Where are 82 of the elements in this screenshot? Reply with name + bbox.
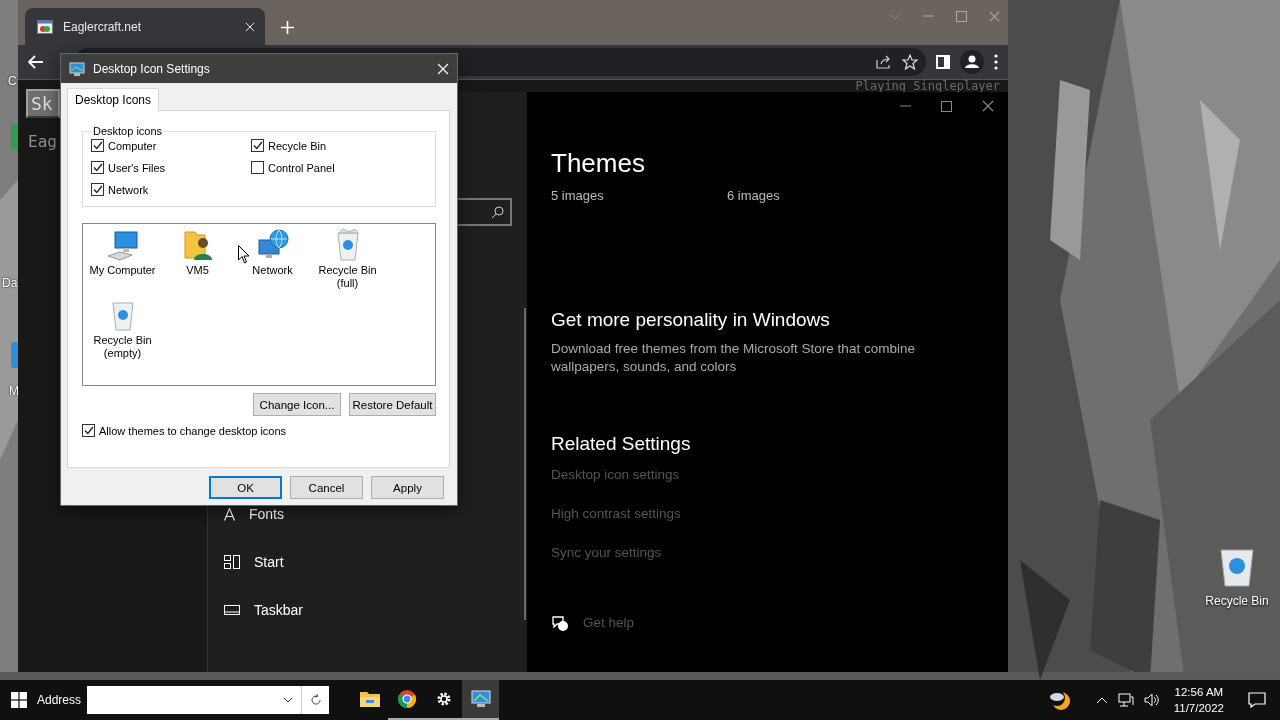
- volume-icon[interactable]: [1143, 693, 1160, 707]
- icon-label[interactable]: Recycle Bin (full): [311, 264, 384, 290]
- computer-icon: [105, 228, 140, 262]
- theme-image-count: 6 images: [727, 188, 781, 203]
- browser-tab[interactable]: Eaglercraft.net: [25, 8, 265, 45]
- clock[interactable]: 12:56 AM 11/7/2022: [1173, 684, 1224, 716]
- nav-item[interactable]: Taskbar: [224, 600, 304, 620]
- recycle-bin-icon[interactable]: [1217, 546, 1257, 588]
- maximize-icon[interactable]: [956, 10, 967, 22]
- checkbox-label: Computer: [108, 139, 157, 152]
- chevron-down-icon: [283, 697, 294, 703]
- dialog-button[interactable]: Cancel: [290, 476, 363, 499]
- nav-item[interactable]: Fonts: [224, 504, 304, 524]
- desktop-icon-label: M: [9, 384, 19, 398]
- icon-label[interactable]: Recycle Bin (empty): [86, 334, 159, 360]
- page-title: Themes: [551, 148, 646, 178]
- tab[interactable]: Desktop Icons: [67, 88, 160, 111]
- side-panel-icon[interactable]: [936, 55, 950, 69]
- start-button-icon[interactable]: [11, 692, 27, 708]
- desktop-icon-label: C: [8, 74, 17, 88]
- maximize-icon[interactable]: [941, 100, 952, 112]
- section-text: Download free themes from the Microsoft Store that combine wallpapers, sounds, and colors: [551, 340, 916, 376]
- dialog-button[interactable]: OK: [209, 476, 282, 499]
- change-icon-button[interactable]: Change Icon...: [253, 393, 341, 416]
- checkbox-label: Recycle Bin: [268, 139, 327, 152]
- close-icon[interactable]: [982, 100, 994, 112]
- checkbox[interactable]: [82, 424, 95, 437]
- address-field[interactable]: [87, 686, 302, 714]
- dialog-title: Desktop Icon Settings: [93, 61, 211, 76]
- nav-item[interactable]: Start: [224, 552, 304, 572]
- checkbox-label: Allow themes to change desktop icons: [99, 424, 287, 437]
- section-heading: Get more personality in Windows: [551, 308, 831, 332]
- taskbar-app[interactable]: [462, 680, 500, 720]
- icon-label[interactable]: My Computer: [86, 264, 159, 277]
- folder-icon[interactable]: [359, 691, 380, 707]
- start-icon: [224, 555, 240, 569]
- checkbox[interactable]: [91, 139, 104, 152]
- theme-image-count: 5 images: [551, 188, 605, 203]
- checkbox-label: Control Panel: [268, 161, 335, 174]
- checkbox[interactable]: [251, 139, 264, 152]
- chevron-up-icon[interactable]: [1095, 696, 1108, 704]
- refresh-button[interactable]: [301, 686, 330, 714]
- checkbox-label: User's Files: [108, 161, 166, 174]
- browser-icon[interactable]: [397, 690, 416, 708]
- desktop-icon: [11, 342, 18, 368]
- refresh-icon: [309, 694, 322, 706]
- scrollbar[interactable]: [524, 308, 526, 620]
- profile-icon[interactable]: [960, 50, 984, 74]
- network-status-icon[interactable]: [1117, 693, 1134, 707]
- icon-label[interactable]: Network: [236, 264, 309, 277]
- help-icon[interactable]: [551, 614, 569, 632]
- weather-icon[interactable]: [1047, 689, 1072, 711]
- taskbar-icon: [224, 605, 240, 615]
- game-status: Playing Singleplayer: [855, 80, 1000, 92]
- icon-label[interactable]: VM5: [161, 264, 234, 277]
- section-heading: Related Settings: [551, 432, 692, 456]
- dialog-icon: [69, 60, 85, 77]
- restore-default-button[interactable]: Restore Default: [349, 393, 436, 416]
- game-button[interactable]: Sk: [26, 89, 60, 118]
- site-icon: [37, 19, 53, 34]
- new-tab-icon[interactable]: [280, 20, 294, 34]
- dialog-button[interactable]: Apply: [371, 476, 444, 499]
- settings-icon[interactable]: [435, 691, 452, 707]
- game-title: Eag: [28, 132, 57, 151]
- checkbox[interactable]: [251, 161, 264, 174]
- desktop-icon-label: Da: [2, 276, 18, 290]
- group-label: Desktop icons: [92, 125, 164, 137]
- menu-icon[interactable]: [994, 54, 998, 70]
- cursor-icon: [238, 245, 250, 264]
- address-label: Address: [37, 693, 82, 707]
- checkbox-label: Network: [108, 183, 149, 196]
- checkbox[interactable]: [91, 183, 104, 196]
- search-icon: [491, 205, 504, 219]
- checkbox[interactable]: [91, 161, 104, 174]
- back-icon[interactable]: [28, 55, 44, 69]
- star-icon[interactable]: [902, 54, 918, 70]
- desktop-icon: [11, 124, 18, 150]
- notification-icon[interactable]: [1248, 692, 1266, 708]
- share-icon[interactable]: [876, 55, 892, 69]
- desktop-icon-label: Recycle Bin: [1205, 594, 1269, 608]
- font-icon: [224, 507, 235, 521]
- monitor-icon[interactable]: [470, 690, 491, 708]
